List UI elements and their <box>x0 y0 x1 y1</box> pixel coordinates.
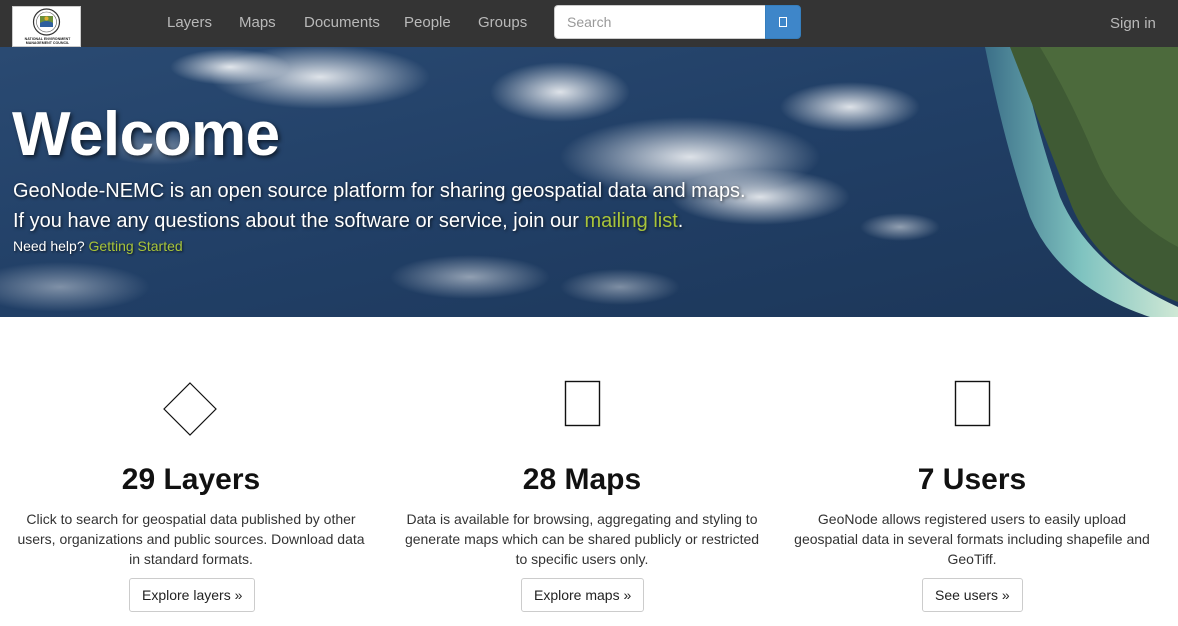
users-description: GeoNode allows registered users to easil… <box>794 511 1150 567</box>
map-icon <box>564 380 601 427</box>
search-input[interactable] <box>554 5 766 39</box>
nav-documents[interactable]: Documents <box>304 14 380 31</box>
nemc-seal-icon <box>32 8 61 36</box>
layers-count-title: 29 Layers <box>121 463 261 496</box>
search-button[interactable] <box>765 5 801 39</box>
help-prefix: Need help? <box>13 238 89 254</box>
see-users-button[interactable]: See users » <box>922 578 1023 612</box>
hero-mailing-text: If you have any questions about the soft… <box>13 210 683 233</box>
nav-people[interactable]: People <box>404 14 451 31</box>
sign-in-link[interactable]: Sign in <box>1110 15 1156 32</box>
layers-description: Click to search for geospatial data publ… <box>17 511 365 567</box>
hero-mailing-suffix: . <box>677 210 684 232</box>
hero-description: GeoNode-NEMC is an open source platform … <box>13 180 746 202</box>
layers-icon <box>163 382 217 436</box>
maps-count-title: 28 Maps <box>522 463 642 496</box>
hero-help: Need help? Getting Started <box>13 238 183 254</box>
nav-maps[interactable]: Maps <box>239 14 276 31</box>
users-count-title: 7 Users <box>917 463 1027 496</box>
maps-description: Data is available for browsing, aggregat… <box>404 511 760 567</box>
top-navbar: NATIONAL ENVIRONMENT MANAGEMENT COUNCIL … <box>0 0 1178 47</box>
explore-layers-button[interactable]: Explore layers » <box>129 578 256 612</box>
search-icon <box>779 17 787 27</box>
logo-text-line2: MANAGEMENT COUNCIL <box>25 41 70 45</box>
explore-maps-button[interactable]: Explore maps » <box>521 578 645 612</box>
getting-started-link[interactable]: Getting Started <box>89 238 183 254</box>
nav-groups[interactable]: Groups <box>478 14 527 31</box>
hero-title: Welcome <box>12 100 280 169</box>
mailing-list-link[interactable]: mailing list <box>584 210 677 232</box>
site-logo[interactable]: NATIONAL ENVIRONMENT MANAGEMENT COUNCIL <box>12 6 81 47</box>
hero-banner: Welcome GeoNode-NEMC is an open source p… <box>0 47 1178 317</box>
hero-mailing-prefix: If you have any questions about the soft… <box>13 210 585 232</box>
nav-layers[interactable]: Layers <box>167 14 212 31</box>
user-icon <box>954 380 991 427</box>
